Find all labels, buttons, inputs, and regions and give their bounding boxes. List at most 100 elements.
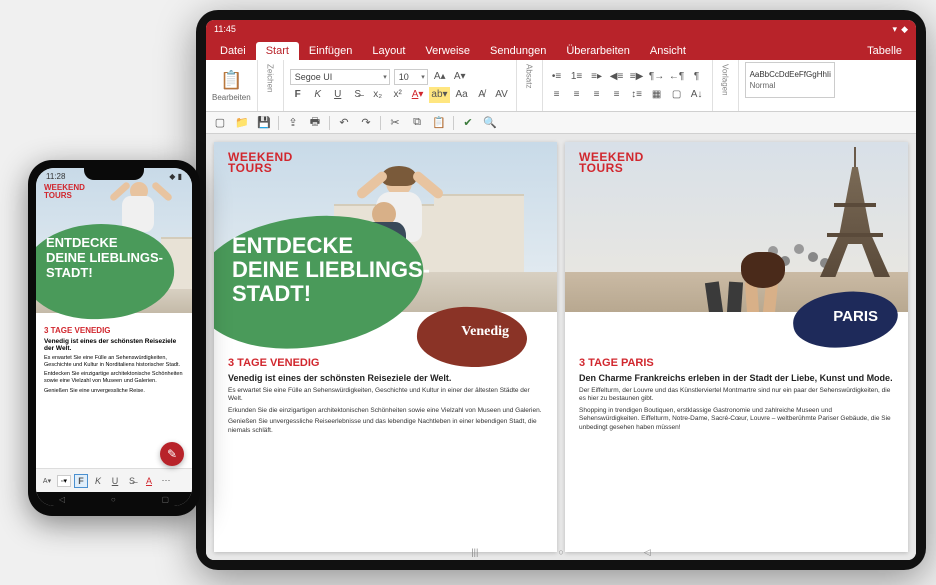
phone-title: 3 TAGE VENEDIG xyxy=(44,326,184,335)
venice-content[interactable]: 3 TAGE VENEDIG Venedig ist eines der sch… xyxy=(228,357,543,438)
status-icons: ▾◆ xyxy=(889,24,908,35)
cut-icon[interactable]: ✂ xyxy=(387,115,403,131)
style-group-label: Vorlagen xyxy=(719,62,732,98)
shading-button[interactable]: ▦ xyxy=(649,87,665,103)
multilevel-button[interactable]: ≡▸ xyxy=(589,69,605,85)
edit-fab[interactable]: ✎ xyxy=(160,442,184,466)
nav-recent-icon[interactable]: ||| xyxy=(471,547,478,557)
document-area[interactable]: WEEKEND TOURS ENTDECKEDEINE LIEBLINGS-ST… xyxy=(206,134,916,560)
tab-ansicht[interactable]: Ansicht xyxy=(640,42,696,60)
phone-italic-button[interactable]: K xyxy=(91,474,105,488)
phone-content[interactable]: 3 TAGE VENEDIG Venedig ist eines der sch… xyxy=(44,326,184,397)
phone-navbar: ◁ ○ ▢ xyxy=(36,492,192,506)
font-name-select[interactable]: Segoe UI xyxy=(290,69,390,85)
phone-size-select[interactable]: ▫▾ xyxy=(57,475,71,487)
venice-subtitle: Venedig ist eines der schönsten Reisezie… xyxy=(228,373,543,383)
strike-button[interactable]: S̶ xyxy=(350,87,366,103)
italic-button[interactable]: K xyxy=(310,87,326,103)
menu-bar: Datei Start Einfügen Layout Verweise Sen… xyxy=(206,38,916,60)
tab-sendungen[interactable]: Sendungen xyxy=(480,42,556,60)
align-left-button[interactable]: ≡ xyxy=(549,87,565,103)
outdent-button[interactable]: ◀≡ xyxy=(609,69,625,85)
tab-layout[interactable]: Layout xyxy=(362,42,415,60)
phone-underline-button[interactable]: U xyxy=(108,474,122,488)
phone-p3: Genießen Sie eine unvergessliche Reise. xyxy=(44,388,184,395)
tablet-device: 11:45 ▾◆ Datei Start Einfügen Layout Ver… xyxy=(196,10,926,570)
phone-bold-button[interactable]: F xyxy=(74,474,88,488)
page-1[interactable]: WEEKEND TOURS ENTDECKEDEINE LIEBLINGS-ST… xyxy=(214,142,557,552)
tab-start[interactable]: Start xyxy=(256,42,299,60)
tab-einfuegen[interactable]: Einfügen xyxy=(299,42,362,60)
subscript-button[interactable]: x₂ xyxy=(370,87,386,103)
show-marks-button[interactable]: ¶ xyxy=(689,69,705,85)
venice-p1: Es erwartet Sie eine Fülle an Sehenswürd… xyxy=(228,387,543,404)
paste-qat-icon[interactable]: 📋 xyxy=(431,115,447,131)
tab-verweise[interactable]: Verweise xyxy=(415,42,480,60)
numbering-button[interactable]: 1≡ xyxy=(569,69,585,85)
brand-logo: WEEKEND TOURS xyxy=(579,152,644,175)
phone-p1: Es erwartet Sie eine Fülle an Sehenswürd… xyxy=(44,355,184,369)
save-icon[interactable]: 💾 xyxy=(256,115,272,131)
paris-content[interactable]: 3 TAGE PARIS Den Charme Frankreichs erle… xyxy=(579,357,894,435)
open-icon[interactable]: 📁 xyxy=(234,115,250,131)
phone-notch xyxy=(84,166,144,180)
phone-p2: Entdecken Sie einzigartige architektonis… xyxy=(44,371,184,385)
phone-font-btn[interactable]: A▾ xyxy=(40,474,54,488)
para-group-label: Absatz xyxy=(523,62,536,90)
indent-button[interactable]: ≡▶ xyxy=(629,69,645,85)
case-button[interactable]: Aa xyxy=(454,87,470,103)
phone-device: 11:28 ◆ ▮ WEEKENDTOURS ENTDECKEDEINE LIE… xyxy=(28,160,200,516)
align-center-button[interactable]: ≡ xyxy=(569,87,585,103)
borders-button[interactable]: ▢ xyxy=(669,87,685,103)
char-spacing-button[interactable]: AV xyxy=(494,87,510,103)
paris-title: 3 TAGE PARIS xyxy=(579,357,894,369)
font-size-select[interactable]: 10 xyxy=(394,69,428,85)
tab-ueberarbeiten[interactable]: Überarbeiten xyxy=(556,42,640,60)
bullets-button[interactable]: •≡ xyxy=(549,69,565,85)
nav-back-icon[interactable]: ◁ xyxy=(644,547,651,558)
align-right-button[interactable]: ≡ xyxy=(589,87,605,103)
redo-icon[interactable]: ↷ xyxy=(358,115,374,131)
phone-strike-button[interactable]: S̶ xyxy=(125,474,139,488)
phone-screen: 11:28 ◆ ▮ WEEKENDTOURS ENTDECKEDEINE LIE… xyxy=(36,168,192,506)
ltr-button[interactable]: ¶→ xyxy=(649,69,665,85)
tab-datei[interactable]: Datei xyxy=(210,42,256,60)
sort-button[interactable]: A↓ xyxy=(689,87,705,103)
phone-nav-home[interactable]: ○ xyxy=(111,495,116,504)
paris-p2: Shopping in trendigen Boutiquen, erstkla… xyxy=(579,407,894,432)
paris-p1: Der Eiffelturm, der Louvre und das Künst… xyxy=(579,387,894,404)
clear-format-button[interactable]: A̸ xyxy=(474,87,490,103)
undo-icon[interactable]: ↶ xyxy=(336,115,352,131)
nav-home-icon[interactable]: ○ xyxy=(558,547,563,557)
print-icon[interactable]: 🖶 xyxy=(307,115,323,131)
tab-tabelle[interactable]: Tabelle xyxy=(857,42,912,60)
phone-status-icons: ◆ ▮ xyxy=(169,172,182,181)
brand-logo: WEEKEND TOURS xyxy=(228,152,293,175)
new-doc-icon[interactable]: ▢ xyxy=(212,115,228,131)
grow-font-icon[interactable]: A▴ xyxy=(432,69,448,85)
bold-button[interactable]: F xyxy=(290,87,306,103)
highlight-button[interactable]: ab▾ xyxy=(429,87,449,103)
font-group-label: Zeichen xyxy=(264,62,277,94)
phone-fontcolor-button[interactable]: A xyxy=(142,474,156,488)
font-color-button[interactable]: A▾ xyxy=(410,87,426,103)
find-icon[interactable]: 🔍 xyxy=(482,115,498,131)
phone-nav-recent[interactable]: ▢ xyxy=(162,495,170,504)
page-2[interactable]: WEEKEND TOURS PARIS 3 TAGE PARIS Den Cha… xyxy=(565,142,908,552)
export-icon[interactable]: ⇪ xyxy=(285,115,301,131)
superscript-button[interactable]: x² xyxy=(390,87,406,103)
eiffel-tower-graphic xyxy=(820,147,890,277)
tablet-screen: 11:45 ▾◆ Datei Start Einfügen Layout Ver… xyxy=(206,20,916,560)
align-justify-button[interactable]: ≡ xyxy=(609,87,625,103)
shrink-font-icon[interactable]: A▾ xyxy=(452,69,468,85)
ribbon-edit-group: 📋 Bearbeiten xyxy=(206,60,258,111)
line-spacing-button[interactable]: ↕≡ xyxy=(629,87,645,103)
style-normal[interactable]: AaBbCcDdEeFfGgHhIi Normal xyxy=(745,62,835,98)
spellcheck-icon[interactable]: ✔ xyxy=(460,115,476,131)
phone-more-button[interactable]: ⋯ xyxy=(159,474,173,488)
underline-button[interactable]: U xyxy=(330,87,346,103)
copy-icon[interactable]: ⧉ xyxy=(409,115,425,131)
phone-nav-back[interactable]: ◁ xyxy=(59,495,65,504)
rtl-button[interactable]: ←¶ xyxy=(669,69,685,85)
paste-icon[interactable]: 📋 xyxy=(220,70,242,91)
